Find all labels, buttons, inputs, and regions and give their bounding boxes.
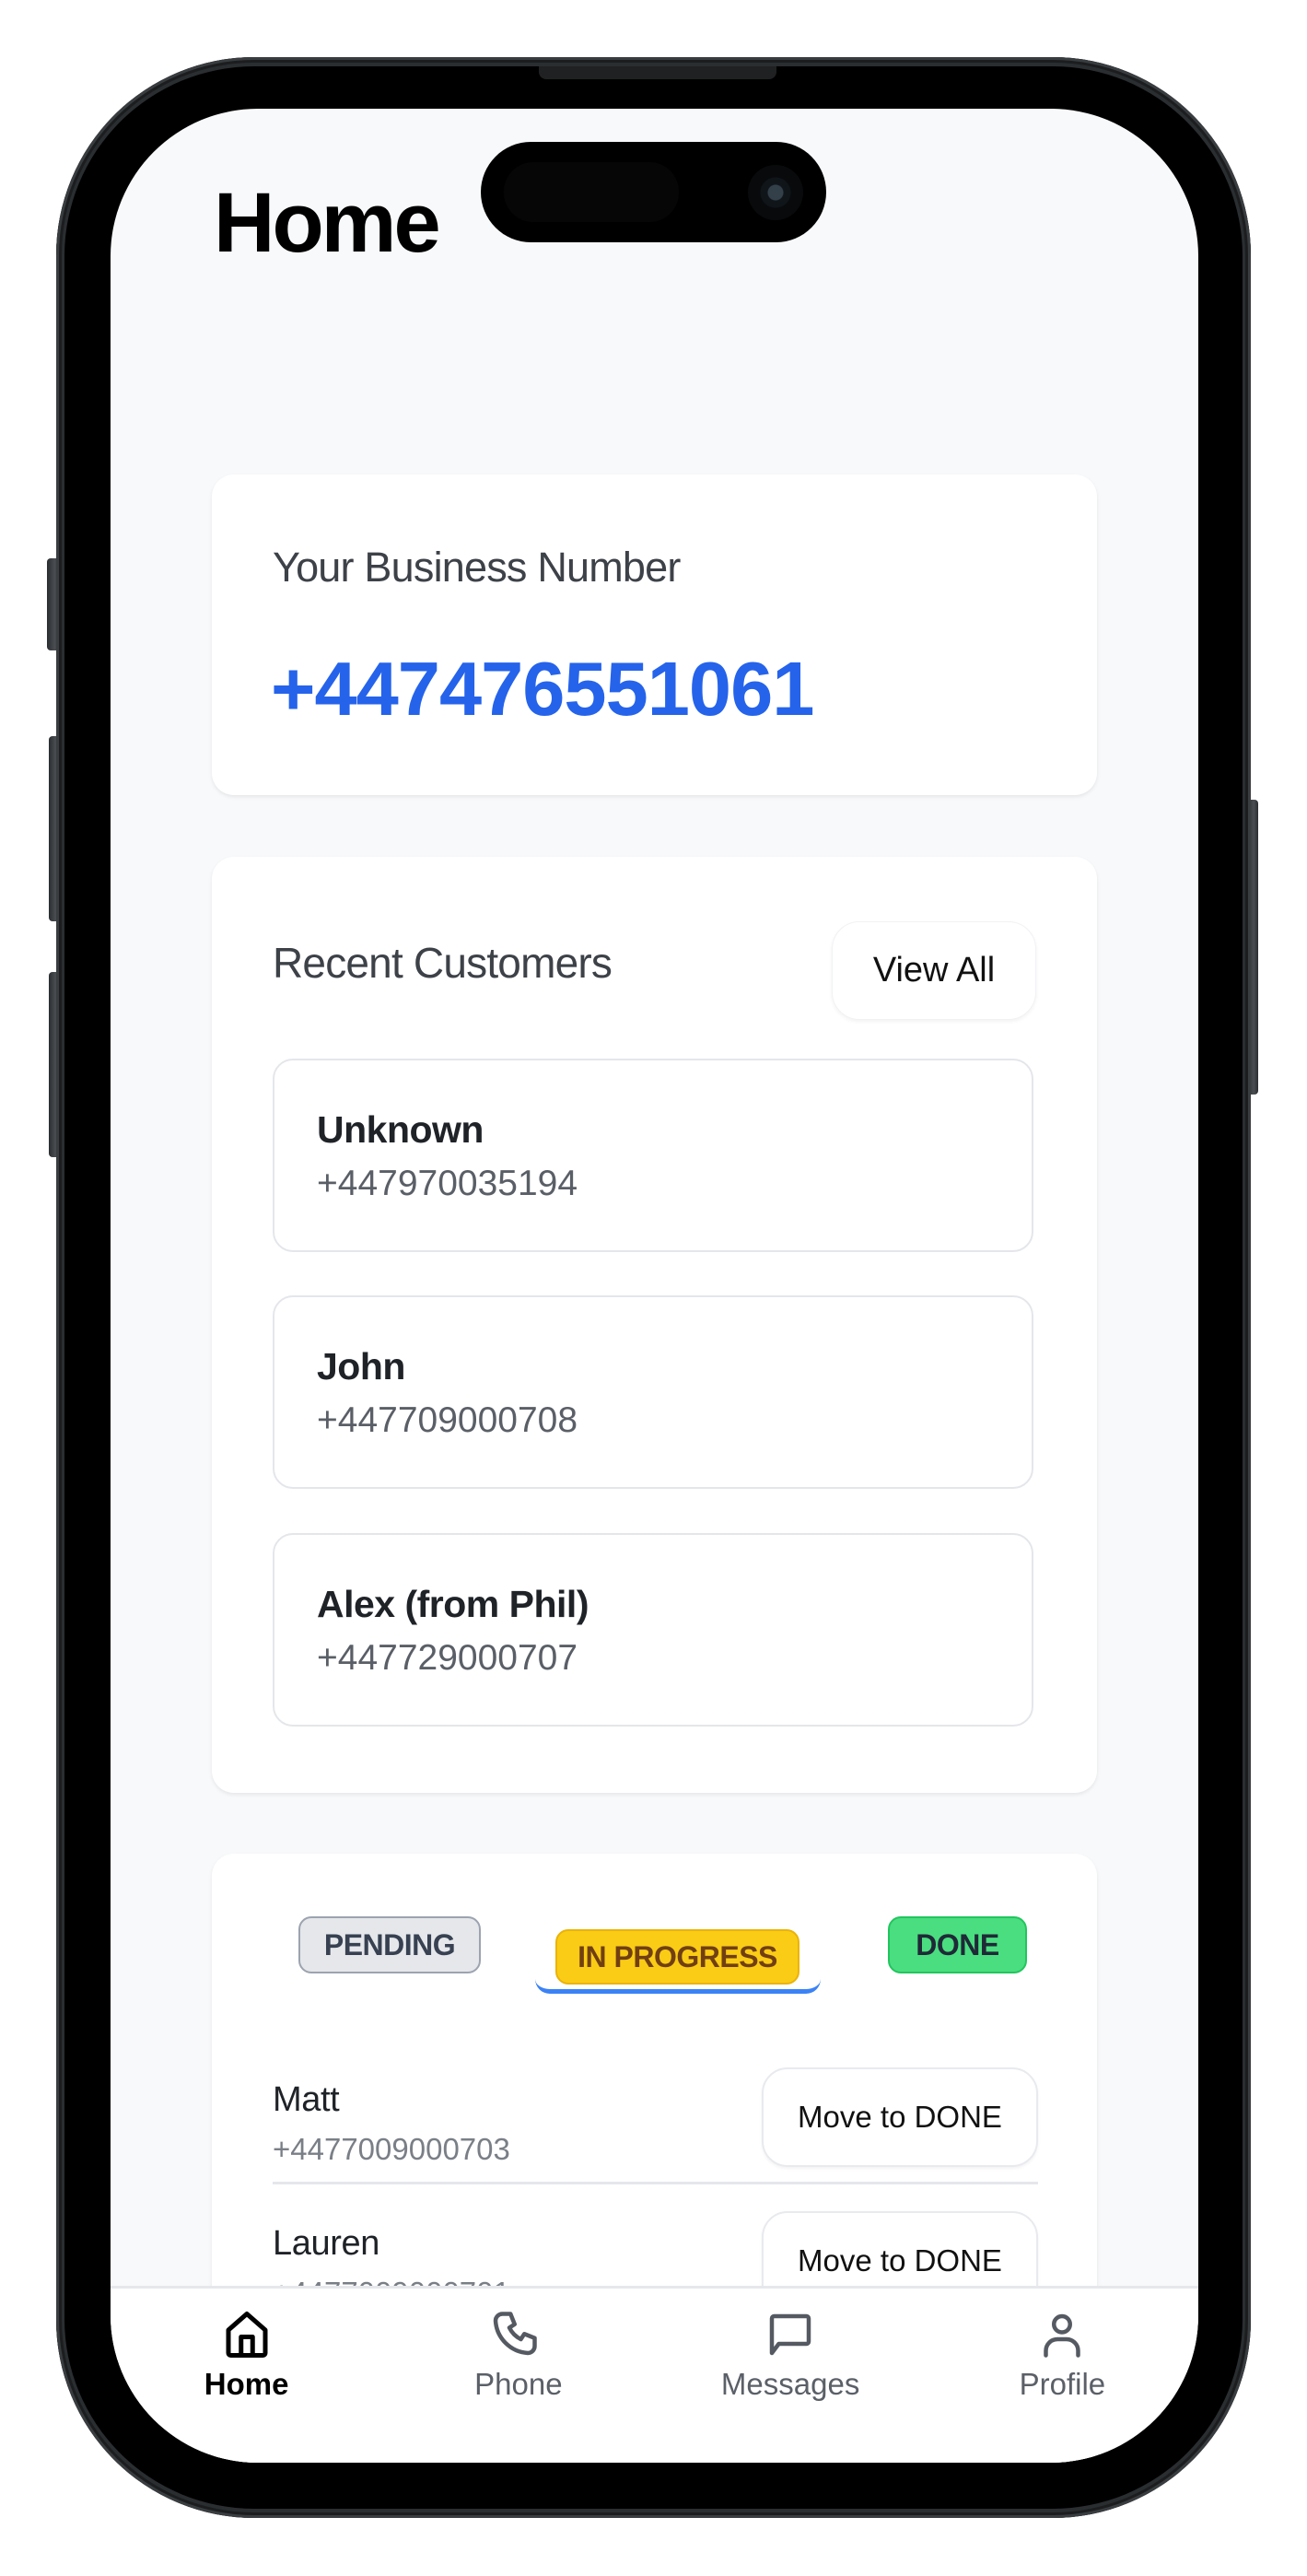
nav-item-home[interactable]: Home — [111, 2289, 382, 2463]
page-title: Home — [214, 176, 441, 270]
nav-item-phone[interactable]: Phone — [382, 2289, 654, 2463]
speaker-grille — [539, 66, 776, 79]
task-row: Matt +4477009000703 Move to DONE — [273, 2067, 1038, 2206]
status-tabs: PENDING IN PROGRESS DONE — [212, 1854, 1097, 2001]
bottom-nav: Home Phone Messages Profile — [111, 2286, 1198, 2463]
task-customer-name: Lauren — [273, 2224, 379, 2263]
nav-label: Profile — [1019, 2367, 1106, 2401]
task-customer-phone: +4477009000703 — [273, 2132, 510, 2166]
business-number: +447476551061 — [271, 646, 814, 732]
face-id-sensor — [504, 162, 679, 222]
customer-name: John — [317, 1345, 405, 1388]
customer-phone: +447709000708 — [317, 1400, 578, 1440]
customer-card[interactable]: John +447709000708 — [273, 1295, 1033, 1489]
customer-name: Alex (from Phil) — [317, 1583, 589, 1625]
customer-phone: +447729000707 — [317, 1638, 578, 1678]
tab-in-progress[interactable]: IN PROGRESS — [555, 1929, 799, 1985]
task-divider — [273, 2182, 1038, 2184]
user-icon — [1044, 2313, 1081, 2358]
front-camera-icon — [748, 165, 803, 220]
nav-item-profile[interactable]: Profile — [927, 2289, 1198, 2463]
tab-pending[interactable]: PENDING — [298, 1916, 481, 1973]
view-all-button[interactable]: View All — [832, 921, 1036, 1020]
recent-customers-card: Recent Customers View All Unknown +44797… — [212, 857, 1097, 1793]
nav-label: Home — [204, 2367, 289, 2401]
message-icon — [769, 2313, 811, 2356]
nav-item-messages[interactable]: Messages — [655, 2289, 927, 2463]
tab-done[interactable]: DONE — [888, 1916, 1027, 1973]
phone-icon — [493, 2312, 537, 2356]
customer-phone: +447970035194 — [317, 1164, 578, 1203]
screen: Home Your Business Number +447476551061 … — [111, 109, 1198, 2463]
customer-name: Unknown — [317, 1108, 484, 1151]
business-number-card: Your Business Number +447476551061 — [212, 474, 1097, 795]
nav-label: Phone — [474, 2367, 563, 2401]
home-icon — [226, 2312, 268, 2358]
business-number-label: Your Business Number — [273, 544, 681, 591]
dynamic-island — [481, 142, 826, 242]
move-to-done-button[interactable]: Move to DONE — [762, 2067, 1038, 2167]
nav-label: Messages — [720, 2367, 860, 2401]
recent-customers-title: Recent Customers — [273, 939, 613, 987]
customer-card[interactable]: Unknown +447970035194 — [273, 1059, 1033, 1252]
customer-card[interactable]: Alex (from Phil) +447729000707 — [273, 1533, 1033, 1727]
task-customer-name: Matt — [273, 2080, 340, 2119]
